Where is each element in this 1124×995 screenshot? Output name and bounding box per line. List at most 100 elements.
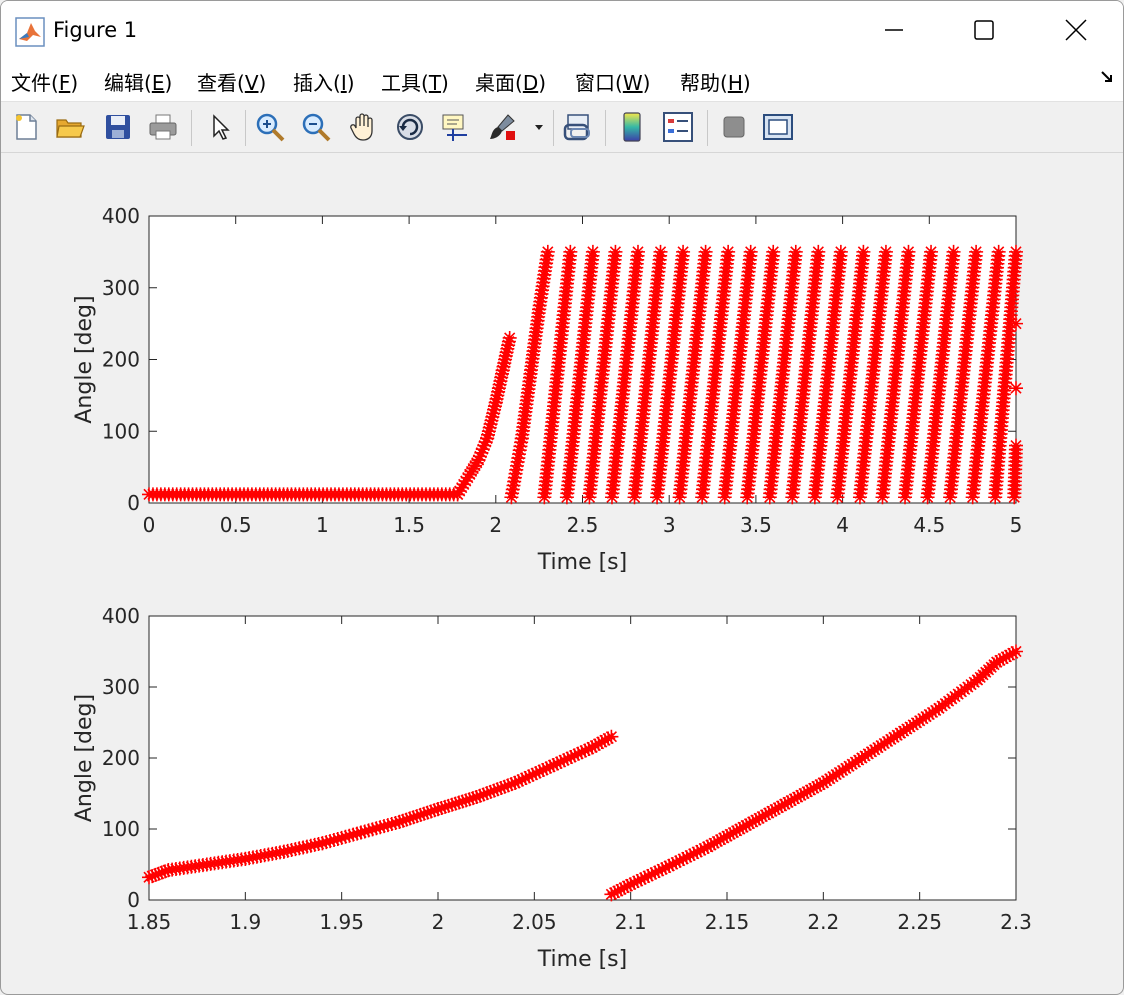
x-tick-label: 2.15 [705, 910, 750, 934]
x-tick-label: 2.05 [512, 910, 557, 934]
link-plot-button[interactable] [561, 110, 595, 144]
menu-view-label: 查看( [197, 71, 245, 95]
brush-button[interactable] [485, 110, 519, 144]
menu-tools[interactable]: 工具(T) [381, 67, 449, 96]
menu-window[interactable]: 窗口(W) [575, 67, 650, 96]
menu-window-key: W [622, 71, 643, 95]
y-tick-label: 400 [102, 204, 140, 228]
menu-tools-tail: ) [441, 71, 449, 95]
zoom-in-button[interactable] [253, 110, 287, 144]
x-tick-label: 2 [432, 910, 445, 934]
zoom-in-icon [256, 113, 285, 142]
y-tick-label: 100 [102, 419, 140, 443]
save-button[interactable] [101, 110, 135, 144]
y-tick-label: 300 [102, 276, 140, 300]
y-tick-label: 200 [102, 746, 140, 770]
menu-view-tail: ) [258, 71, 267, 95]
menu-file[interactable]: 文件(F) [11, 67, 78, 96]
rotate-3d-button[interactable] [393, 110, 427, 144]
link-plot-icon [563, 114, 590, 141]
data-cursor-icon [442, 114, 467, 141]
legend-button[interactable] [661, 110, 695, 144]
hide-plot-tools-button[interactable] [717, 110, 751, 144]
menu-tools-key: T [428, 71, 442, 95]
menu-insert[interactable]: 插入(I) [293, 67, 355, 96]
dock-arrow-icon[interactable] [1099, 69, 1115, 85]
x-tick-label: 1.5 [393, 513, 425, 537]
data-point [1009, 244, 1023, 259]
data-point [924, 244, 939, 259]
zoom-out-button[interactable] [299, 110, 333, 144]
x-tick-label: 4.5 [913, 513, 945, 537]
matlab-logo-icon [15, 17, 45, 47]
window-title: Figure 1 [53, 18, 138, 42]
zoom-out-icon [302, 113, 331, 142]
pointer-button[interactable] [203, 110, 237, 144]
close-icon [1065, 19, 1087, 41]
menu-insert-tail: ) [346, 71, 355, 95]
figure-toolbar [1, 102, 1123, 153]
open-file-button[interactable] [53, 110, 87, 144]
legend-icon [663, 112, 693, 142]
title-bar: Figure 1 [1, 1, 1123, 59]
show-plot-tools-button[interactable] [761, 110, 795, 144]
data-point [653, 244, 668, 259]
x-tick-label: 2.25 [897, 910, 942, 934]
data-point [811, 244, 826, 259]
y-tick-label: 300 [102, 675, 140, 699]
close-button[interactable] [1031, 1, 1121, 59]
data-cursor-button[interactable] [438, 110, 472, 144]
menu-help-tail: ) [742, 71, 751, 95]
print-button[interactable] [146, 110, 180, 144]
save-icon [106, 115, 130, 139]
menu-edit[interactable]: 编辑(E) [104, 67, 172, 96]
print-icon [149, 114, 177, 140]
pan-button[interactable] [346, 110, 380, 144]
toolbar-separator [191, 110, 192, 146]
brush-dropdown-button[interactable] [529, 110, 549, 144]
axes-1: 0 0.5 1 1.5 2 2.5 3 3.5 4 4.5 5 0 100 200 300 400 Time [… [72, 204, 1023, 575]
colorbar-icon [623, 112, 641, 142]
menu-view-key: V [244, 71, 259, 95]
x-tick-label: 0 [143, 513, 156, 537]
menu-tools-label: 工具( [381, 71, 429, 95]
maximize-button[interactable] [939, 1, 1029, 59]
y-tick-label: 0 [127, 888, 140, 912]
menu-desktop[interactable]: 桌面(D) [475, 67, 546, 96]
data-point [833, 244, 848, 259]
x-tick-label: 1.85 [127, 910, 172, 934]
x-tick-label: 2.3 [1000, 910, 1032, 934]
menu-desktop-tail: ) [538, 71, 547, 95]
plot-area: 0 0.5 1 1.5 2 2.5 3 3.5 4 4.5 5 0 100 200 300 400 Time [… [72, 204, 1032, 972]
menu-desktop-key: D [522, 71, 539, 95]
x-tick-label: 3 [663, 513, 676, 537]
toolbar-separator [707, 110, 708, 146]
x-tick-label: 4 [836, 513, 849, 537]
data-point [766, 244, 781, 259]
x-tick-label: 1 [316, 513, 329, 537]
data-point [788, 244, 803, 259]
data-point [1009, 316, 1023, 331]
colorbar-button[interactable] [615, 110, 649, 144]
y-tick-label: 0 [127, 491, 140, 515]
x-tick-label: 2.2 [807, 910, 839, 934]
x-tick-label: 1.9 [229, 910, 261, 934]
menu-file-tail: ) [70, 71, 79, 95]
toolbar-separator [553, 110, 554, 146]
menu-view[interactable]: 查看(V) [197, 67, 266, 96]
new-figure-button[interactable] [9, 110, 43, 144]
menu-help-key: H [727, 71, 743, 95]
data-point [721, 244, 736, 259]
data-point [698, 244, 713, 259]
minimize-button[interactable] [849, 1, 939, 59]
data-point [630, 244, 645, 259]
x-axis-label: Time [s] [537, 550, 627, 575]
rotate-3d-icon [397, 114, 423, 140]
hide-plot-tools-icon [723, 116, 745, 138]
maximize-icon [974, 20, 994, 40]
menu-window-label: 窗口( [575, 71, 623, 95]
menu-help[interactable]: 帮助(H) [680, 67, 751, 96]
data-point [1009, 381, 1023, 396]
y-tick-label: 400 [102, 604, 140, 628]
x-tick-label: 1.95 [319, 910, 364, 934]
